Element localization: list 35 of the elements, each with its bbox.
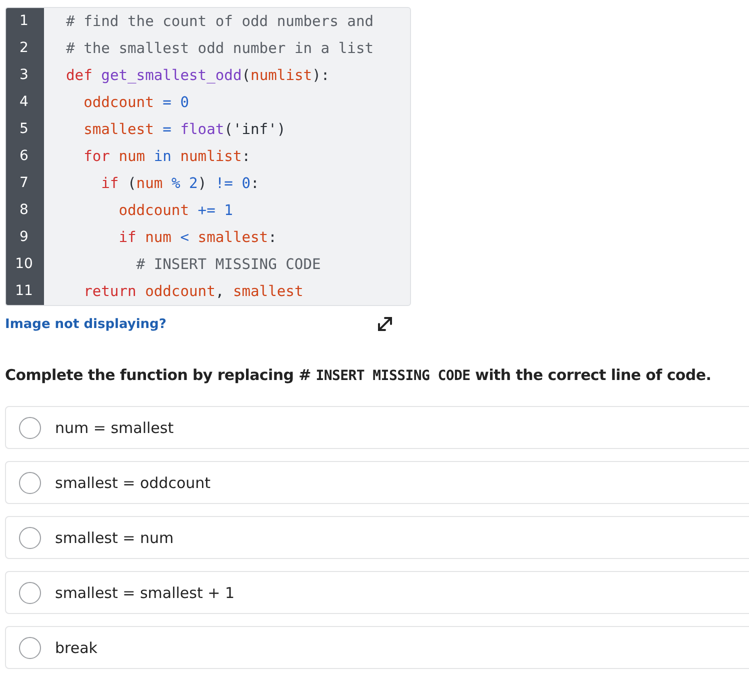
answer-option[interactable]: smallest = smallest + 1 <box>5 571 749 614</box>
radio-button[interactable] <box>19 526 41 548</box>
answer-option[interactable]: smallest = num <box>5 516 749 559</box>
image-help-link[interactable]: Image not displaying? <box>5 316 166 332</box>
line-number: 7 <box>6 170 44 197</box>
code-line: def get_smallest_odd(numlist): <box>65 67 330 84</box>
answer-option[interactable]: smallest = oddcount <box>5 461 749 504</box>
radio-button[interactable] <box>19 472 41 494</box>
expand-icon[interactable] <box>375 314 395 334</box>
line-number: 2 <box>6 35 44 62</box>
radio-button[interactable] <box>19 636 41 658</box>
line-number: 5 <box>6 116 44 143</box>
code-line: smallest = float('inf') <box>82 121 286 138</box>
line-number: 9 <box>6 224 44 251</box>
radio-button[interactable] <box>19 582 41 604</box>
code-line: # the smallest odd number in a list <box>65 40 374 57</box>
question-text: Complete the function by replacing # INSERT MISSING CODE with the correct line of code. <box>5 366 712 384</box>
code-line: for num in numlist: <box>82 148 251 165</box>
code-line: if num < smallest: <box>118 229 277 246</box>
line-number: 3 <box>6 62 44 89</box>
code-line: # INSERT MISSING CODE <box>135 256 321 273</box>
line-number: 1 <box>6 8 44 35</box>
line-number: 11 <box>6 278 44 305</box>
line-number: 4 <box>6 89 44 116</box>
code-line: oddcount = 0 <box>82 94 189 111</box>
code-line: if (num % 2) != 0: <box>100 175 260 192</box>
code-line: # find the count of odd numbers and <box>65 13 374 30</box>
line-number: 10 <box>6 251 44 278</box>
answer-option[interactable]: num = smallest <box>5 406 749 449</box>
code-line: return oddcount, smallest <box>82 283 304 300</box>
code-line: oddcount += 1 <box>118 202 233 219</box>
answer-option[interactable]: break <box>5 626 749 669</box>
line-number: 6 <box>6 143 44 170</box>
radio-button[interactable] <box>19 416 41 438</box>
line-number: 8 <box>6 197 44 224</box>
